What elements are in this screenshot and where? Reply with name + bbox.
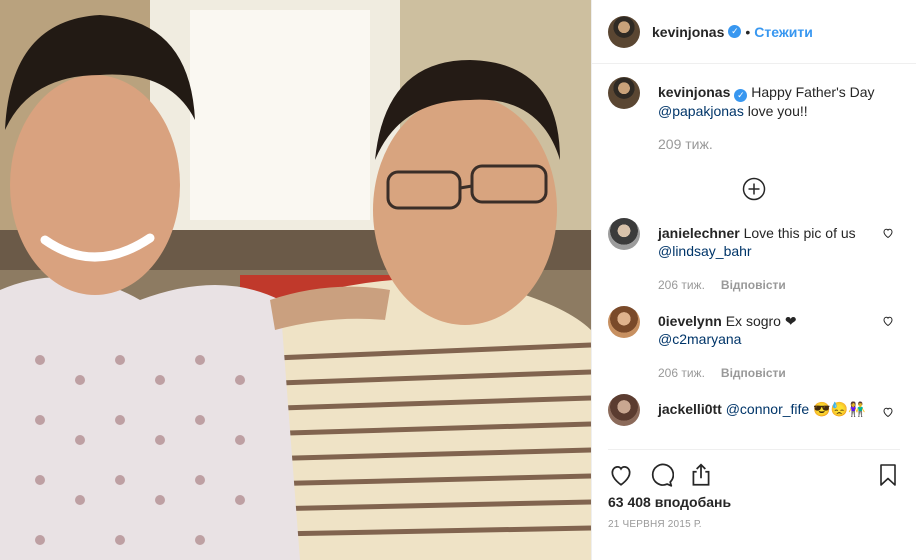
comment-mention[interactable]: @c2maryana [658,331,741,347]
comment-mention[interactable]: @lindsay_bahr [658,243,752,259]
post-photo-image [0,0,591,560]
caption-avatar[interactable] [608,77,640,109]
comment-item: jackelli0tt @connor_fife 😎😓👫 [608,394,900,426]
likes-count[interactable]: 63 408 вподобань [608,494,731,510]
author-username[interactable]: kevinjonas [652,24,724,40]
heart-icon[interactable] [882,227,894,239]
comment-text: 😎😓👫 [813,401,866,417]
comment-avatar[interactable] [608,306,640,338]
comment-mention[interactable]: @connor_fife [726,401,809,417]
load-more-comments[interactable] [608,177,900,201]
caption-time: 209 тиж. [658,136,713,152]
caption-tail: love you!! [747,103,808,119]
caption-text: Happy Father's Day [751,84,875,100]
caption: kevinjonas ✓ Happy Father's Day @papakjon… [608,77,900,153]
post-date: 21 ЧЕРВНЯ 2015 Р. [608,519,702,530]
verified-badge-icon: ✓ [734,89,748,102]
reply-button[interactable]: Відповісти [721,278,786,292]
comments-list[interactable]: kevinjonas ✓ Happy Father's Day @papakjon… [608,77,900,442]
comment-item: janielechner Love this pic of us @lindsa… [608,218,900,294]
comment-meta: 206 тиж. Відповісти [658,364,900,382]
comment-time: 206 тиж. [658,366,705,380]
bookmark-icon[interactable] [876,462,900,488]
comment-time: 206 тиж. [658,278,705,292]
comment-username[interactable]: janielechner [658,225,740,241]
comment-body: jackelli0tt @connor_fife 😎😓👫 [658,394,900,426]
follow-button[interactable]: Стежити [754,24,813,40]
comment-avatar[interactable] [608,218,640,250]
heart-icon[interactable] [608,462,634,488]
comment-item: 0ievelynn Ex sogro ❤ @c2maryana 206 тиж.… [608,306,900,382]
comment-body: janielechner Love this pic of us @lindsa… [658,218,900,294]
reply-button[interactable]: Відповісти [721,366,786,380]
verified-badge-icon: ✓ [728,25,742,38]
comment-meta: 206 тиж. Відповісти [658,276,900,294]
post-photo[interactable] [0,0,591,560]
post-side-panel: kevinjonas ✓ • Стежити kevinjonas ✓ Happy… [591,0,916,560]
header-separator: • [745,23,751,40]
post-header: kevinjonas ✓ • Стежити [592,0,916,64]
action-bar [608,449,900,489]
comment-text: Love this pic of us [743,225,856,241]
caption-mention[interactable]: @papakjonas [658,103,744,119]
comment-text: Ex sogro ❤ [725,313,797,329]
heart-icon[interactable] [882,406,894,418]
comment-username[interactable]: jackelli0tt [658,401,722,417]
author-avatar[interactable] [608,15,640,48]
heart-icon[interactable] [882,315,894,327]
comment-body: 0ievelynn Ex sogro ❤ @c2maryana 206 тиж.… [658,306,900,382]
share-icon[interactable] [688,462,714,488]
speech-bubble-icon[interactable] [648,462,674,488]
plus-circle-icon[interactable] [742,177,766,201]
comment-username[interactable]: 0ievelynn [658,313,722,329]
caption-username[interactable]: kevinjonas [658,84,730,100]
caption-body: kevinjonas ✓ Happy Father's Day @papakjon… [658,77,900,153]
comment-avatar[interactable] [608,394,640,426]
